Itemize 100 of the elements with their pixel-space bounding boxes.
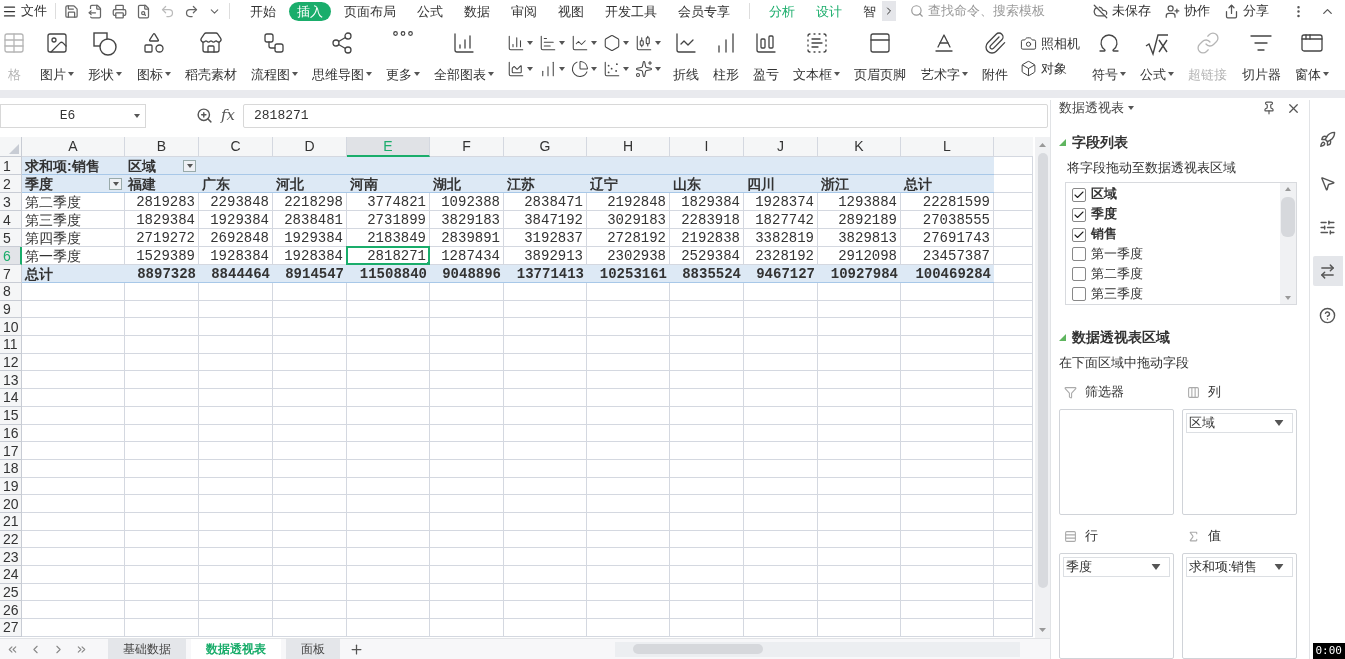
menu-tab[interactable]: 公式 [409, 1, 451, 21]
ribbon-button[interactable]: 窗体 [1292, 28, 1331, 84]
row-header[interactable]: 14 [0, 389, 22, 407]
menu-tab[interactable]: 数据 [456, 1, 498, 21]
ribbon-button[interactable]: 流程图 [248, 28, 300, 84]
drop-area[interactable]: 季度 [1059, 553, 1174, 659]
ribbon-button[interactable]: 切片器 [1239, 28, 1283, 84]
chart-type-button[interactable] [570, 34, 597, 52]
ribbon-button[interactable]: 形状 [86, 28, 125, 84]
menu-tab[interactable]: 页面布局 [336, 1, 404, 21]
chart-type-button[interactable] [538, 34, 565, 52]
column-header[interactable]: D [273, 137, 347, 157]
ribbon-button[interactable]: 对象 [1019, 59, 1080, 79]
chart-type-button[interactable] [570, 60, 597, 78]
menu-tab[interactable]: 开发工具 [597, 1, 665, 21]
ribbon-button[interactable]: 思维导图 [310, 28, 375, 84]
toolbar-action[interactable]: 分享 [1224, 1, 1269, 21]
row-header[interactable]: 10 [0, 318, 22, 337]
function-button[interactable]: fx [221, 104, 235, 127]
chart-type-button[interactable] [506, 60, 533, 78]
ribbon-button[interactable]: 柱形 [710, 28, 741, 84]
row-header[interactable]: 23 [0, 548, 22, 566]
pin-icon[interactable] [1262, 101, 1276, 116]
filter-dropdown[interactable] [109, 178, 122, 190]
row-header[interactable]: 26 [0, 601, 22, 620]
panel-title-dropdown[interactable]: 数据透视表 [1059, 99, 1134, 118]
column-header[interactable]: F [430, 137, 504, 157]
file-menu[interactable]: 文件 [0, 1, 55, 21]
ribbon-button[interactable]: 文本框 [791, 28, 843, 84]
export-icon[interactable] [88, 3, 103, 19]
toolbar-action[interactable]: 未保存 [1093, 1, 1151, 21]
row-header[interactable]: 17 [0, 442, 22, 460]
field-item[interactable]: 区域 [1066, 184, 1280, 205]
field-item[interactable]: 销售 [1066, 224, 1280, 245]
scroll-tabs-button[interactable] [882, 1, 896, 21]
field-item[interactable]: 季度 [1066, 204, 1280, 225]
field-item[interactable]: 第三季度 [1066, 284, 1280, 305]
row-header[interactable]: 2 [0, 175, 22, 193]
ribbon-button[interactable]: 页眉页脚 [852, 28, 909, 84]
chart-type-button[interactable] [506, 34, 533, 52]
column-header[interactable]: B [125, 137, 199, 157]
sheet-tab[interactable]: 面板 [286, 638, 340, 659]
row-header[interactable]: 4 [0, 211, 22, 229]
checkbox[interactable] [1072, 207, 1086, 222]
ribbon-button[interactable]: 照相机 [1019, 33, 1080, 53]
checkbox[interactable] [1072, 187, 1086, 202]
field-item[interactable]: 第一季度 [1066, 244, 1280, 265]
save-icon[interactable] [64, 3, 79, 19]
checkbox[interactable] [1072, 287, 1086, 302]
chart-type-button[interactable] [634, 34, 661, 52]
print-icon[interactable] [112, 3, 127, 19]
menu-tab[interactable]: 视图 [550, 1, 592, 21]
zoom-icon[interactable] [196, 107, 213, 124]
row-header[interactable]: 27 [0, 619, 22, 637]
ribbon-button[interactable]: 稻壳素材 [182, 28, 239, 84]
menu-tab[interactable]: 审阅 [503, 1, 545, 21]
ribbon-button[interactable]: 图标 [134, 28, 173, 84]
name-box[interactable]: E6 [0, 103, 146, 128]
toolbar-action[interactable]: 协作 [1165, 1, 1210, 21]
redo-icon[interactable] [184, 3, 199, 19]
row-header[interactable]: 7 [0, 265, 22, 283]
column-header[interactable]: A [22, 137, 125, 157]
ribbon-button[interactable]: 图片 [38, 28, 77, 84]
column-header[interactable]: J [744, 137, 818, 157]
column-header[interactable]: C [199, 137, 273, 157]
chart-type-button[interactable] [634, 60, 661, 78]
drop-area[interactable]: 求和项:销售 [1182, 553, 1297, 659]
column-header[interactable]: G [504, 137, 587, 157]
ribbon-button[interactable]: 全部图表 [432, 28, 497, 84]
ribbon-button[interactable]: 公式 [1138, 28, 1177, 84]
row-header[interactable]: 11 [0, 336, 22, 354]
filter-dropdown[interactable] [183, 160, 196, 172]
ribbon-button[interactable]: 符号 [1090, 28, 1129, 84]
row-header[interactable]: 13 [0, 371, 22, 390]
checkbox[interactable] [1072, 227, 1086, 242]
chart-type-button[interactable] [602, 34, 629, 52]
side-tool-button[interactable] [1312, 256, 1343, 286]
checkbox[interactable] [1072, 247, 1086, 262]
area-field-dropdown[interactable]: 求和项:销售 [1186, 557, 1293, 577]
area-field-dropdown[interactable]: 季度 [1063, 557, 1170, 577]
column-header[interactable]: K [818, 137, 901, 157]
row-header[interactable]: 20 [0, 495, 22, 513]
column-header[interactable]: L [901, 137, 994, 157]
row-header[interactable]: 5 [0, 229, 22, 247]
ribbon-button[interactable]: 盈亏 [751, 28, 782, 84]
preview-icon[interactable] [136, 3, 151, 19]
row-header[interactable]: 3 [0, 193, 22, 211]
menu-tab[interactable]: 开始 [242, 1, 284, 21]
menu-tab[interactable]: 智 [855, 1, 884, 21]
sheet-tab[interactable]: 基础数据 [108, 638, 186, 659]
field-item[interactable]: 第二季度 [1066, 264, 1280, 285]
checkbox[interactable] [1072, 267, 1086, 282]
column-header[interactable]: H [587, 137, 670, 157]
add-sheet-icon[interactable] [349, 641, 364, 657]
column-header[interactable]: I [670, 137, 744, 157]
ribbon-button[interactable]: 艺术字 [918, 28, 970, 84]
row-header[interactable]: 1 [0, 157, 22, 175]
formula-field[interactable]: 2818271 [243, 103, 1048, 128]
ribbon-button[interactable]: 折线 [670, 28, 701, 84]
horizontal-scrollbar[interactable] [615, 641, 1020, 657]
